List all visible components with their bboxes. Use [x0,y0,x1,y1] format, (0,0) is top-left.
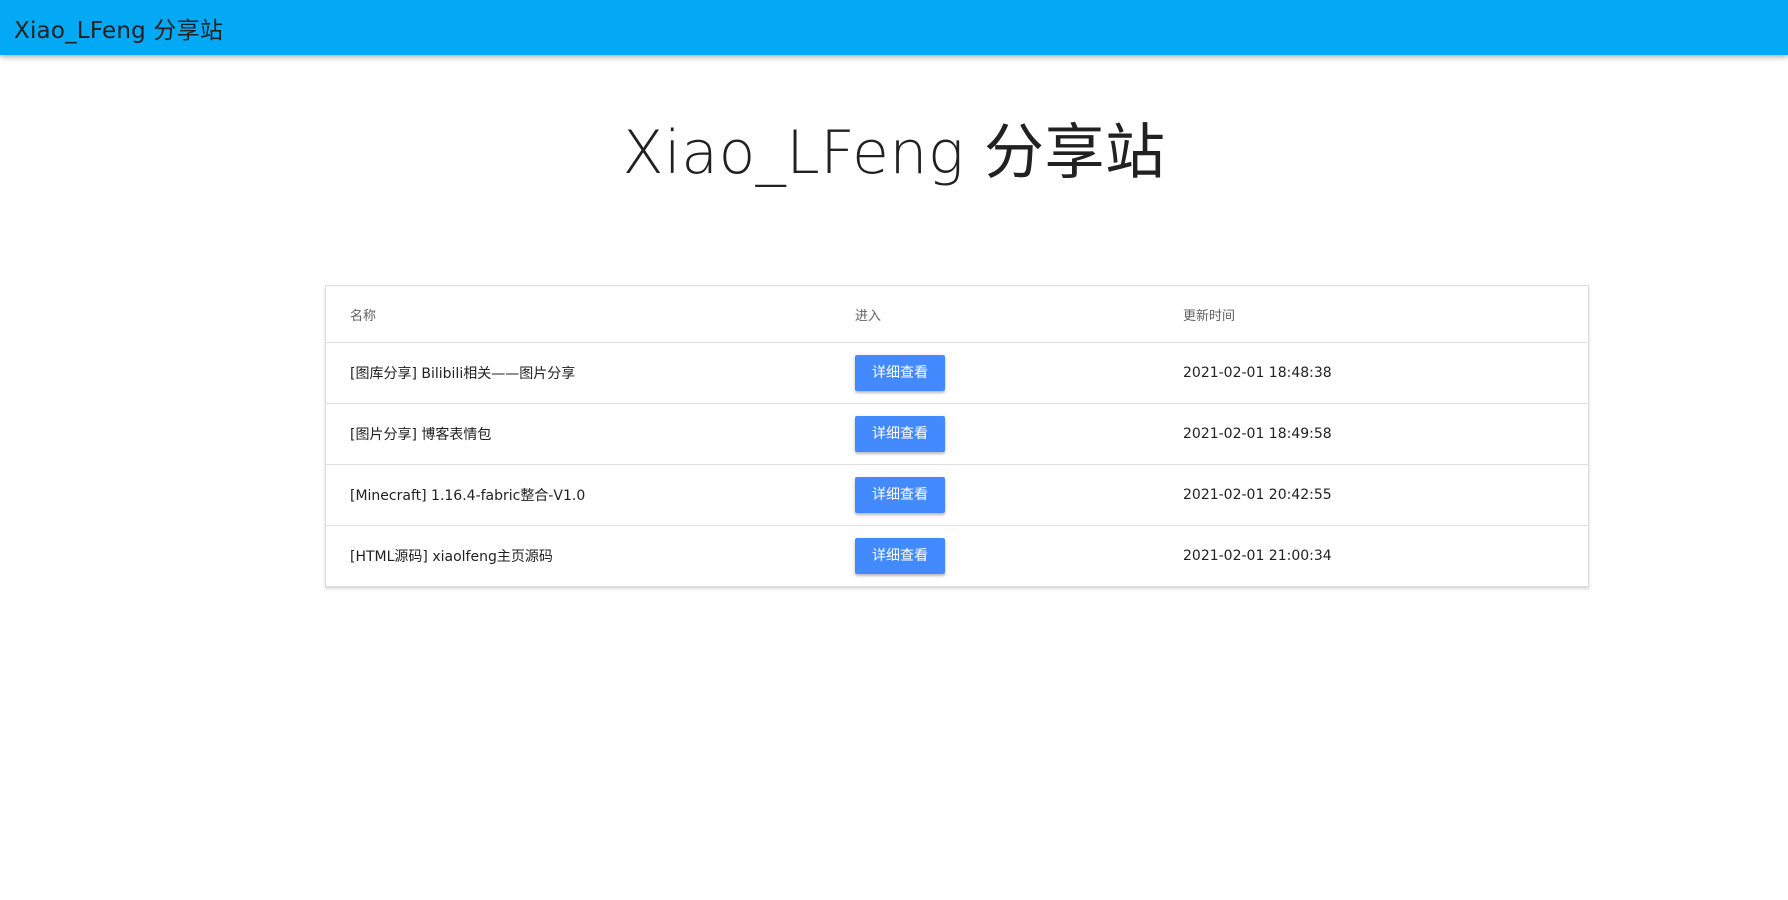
share-table-card: 名称 进入 更新时间 [图库分享] Bilibili相关——图片分享 详细查看 … [325,285,1589,587]
table-row: [图库分享] Bilibili相关——图片分享 详细查看 2021-02-01 … [326,342,1588,404]
row-name: [图库分享] Bilibili相关——图片分享 [326,342,855,404]
column-header-name: 名称 [326,286,855,343]
view-details-button[interactable]: 详细查看 [855,355,945,391]
row-enter-cell: 详细查看 [855,464,1183,526]
column-header-enter: 进入 [855,286,1183,343]
view-details-button[interactable]: 详细查看 [855,416,945,452]
table-row: [HTML源码] xiaolfeng主页源码 详细查看 2021-02-01 2… [326,526,1588,587]
view-details-button[interactable]: 详细查看 [855,538,945,574]
page-title: Xiao_LFeng 分享站 [622,118,1166,188]
row-name: [Minecraft] 1.16.4-fabric整合-V1.0 [326,464,855,526]
row-name: [图片分享] 博客表情包 [326,403,855,465]
table-row: [Minecraft] 1.16.4-fabric整合-V1.0 详细查看 20… [326,464,1588,526]
share-table: 名称 进入 更新时间 [图库分享] Bilibili相关——图片分享 详细查看 … [326,286,1588,586]
row-updated-time: 2021-02-01 18:48:38 [1183,342,1588,404]
row-enter-cell: 详细查看 [855,526,1183,587]
table-row: [图片分享] 博客表情包 详细查看 2021-02-01 18:49:58 [326,403,1588,465]
view-details-button[interactable]: 详细查看 [855,477,945,513]
app-bar: Xiao_LFeng 分享站 [0,0,1788,55]
column-header-updated: 更新时间 [1183,286,1588,343]
row-updated-time: 2021-02-01 21:00:34 [1183,548,1332,564]
row-enter-cell: 详细查看 [855,403,1183,465]
row-enter-cell: 详细查看 [855,342,1183,404]
row-updated-time: 2021-02-01 18:49:58 [1183,403,1588,465]
table-header-row: 名称 进入 更新时间 [326,286,1588,343]
row-name: [HTML源码] xiaolfeng主页源码 [350,549,553,565]
app-title: Xiao_LFeng 分享站 [14,17,224,44]
row-updated-time: 2021-02-01 20:42:55 [1183,464,1588,526]
